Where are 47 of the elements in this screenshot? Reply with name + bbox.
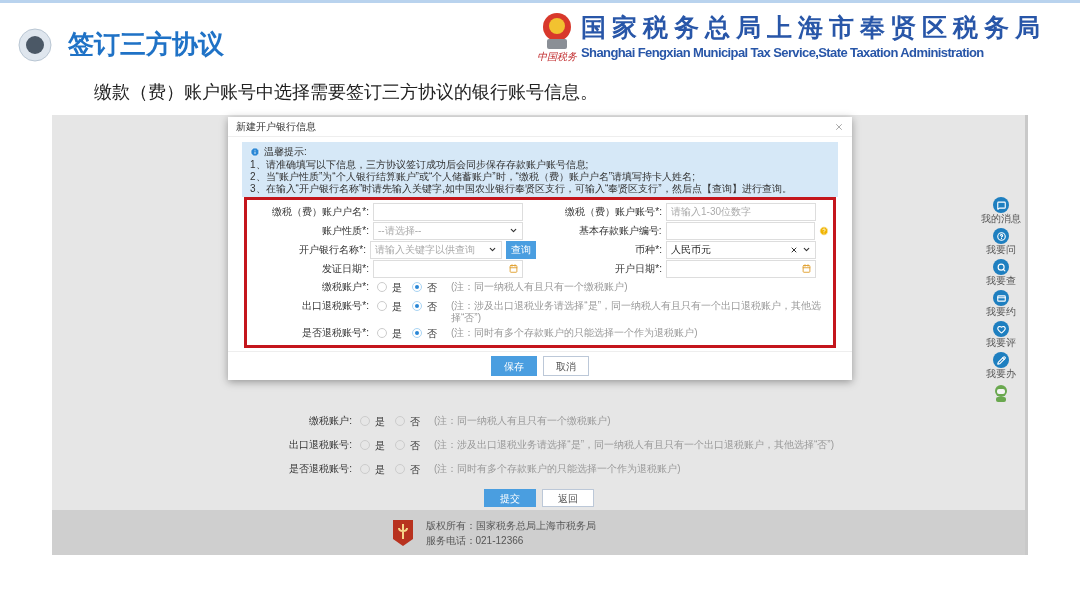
dialog-title: 新建开户银行信息 <box>236 120 316 134</box>
field-label: 账户性质*: <box>321 224 369 238</box>
radio-label: 否 <box>410 414 420 429</box>
field-label: 出口退税账号: <box>288 438 352 452</box>
radio-label: 否 <box>410 438 420 453</box>
logo-caption: 中国税务 <box>537 51 577 63</box>
radio-label: 是 <box>392 280 402 295</box>
radio-label: 是 <box>392 326 402 341</box>
field-label: 币种*: <box>634 243 662 257</box>
notice-line: 2、当“账户性质”为“个人银行结算账户”或“个人储蓄账户”时，“缴税（费）账户户名”请填写持卡人姓名; <box>250 171 696 183</box>
field-label: 开户银行名称*: <box>298 243 366 257</box>
radio-label: 否 <box>410 462 420 477</box>
sidebar-item[interactable]: 我的消息 <box>981 197 1021 225</box>
radio-label: 是 <box>375 438 385 453</box>
organization-english-name: Shanghai Fengxian Municipal Tax Service,State Taxation Administration <box>581 44 985 62</box>
field-label: 出口退税账号*: <box>301 299 369 313</box>
sidebar-item[interactable]: 我要问 <box>986 228 1016 256</box>
secondary-button[interactable]: 返回 <box>541 489 594 507</box>
notice-heading: 温馨提示: <box>264 145 307 159</box>
sidebar-item[interactable]: 我要查 <box>986 259 1016 287</box>
notice-line: 1、请准确填写以下信息，三方协议签订成功后会同步保存存款账户账号信息; <box>250 159 590 171</box>
notice-line: 3、在输入“开户银行名称”时请先输入关键字,如中国农业银行奉贤区支行，可输入“奉贤区支行”，然后点【查询】进行查询。 <box>250 183 793 195</box>
radio-label: 是 <box>392 299 402 314</box>
radio-label: 是 <box>375 414 385 429</box>
field-label: 缴税（费）账户账号*: <box>564 205 662 219</box>
radio-label: 是 <box>375 462 385 477</box>
radio-label: 否 <box>427 299 437 314</box>
field-label: 发证日期*: <box>321 262 369 276</box>
organization-name: 国家税务总局上海市奉贤区税务局 <box>581 12 1046 43</box>
field-label: 是否退税账号: <box>288 462 352 476</box>
field-label: 缴税账户: <box>308 414 352 428</box>
field-label: 缴税账户*: <box>321 280 369 294</box>
field-label: 是否退税账号*: <box>301 326 369 340</box>
select-field[interactable]: 人民币元 <box>666 240 816 259</box>
sidebar-item[interactable]: 我要办 <box>986 352 1016 380</box>
slide-subtitle: 缴款（费）账户账号中选择需要签订三方协议的银行账号信息。 <box>94 80 598 104</box>
field-label: 缴税（费）账户户名*: <box>271 205 369 219</box>
secondary-button[interactable]: 取消 <box>543 356 589 376</box>
field-label: 开户日期*: <box>614 262 662 276</box>
sidebar-item[interactable]: 我要评 <box>986 321 1016 349</box>
radio-label: 否 <box>427 326 437 341</box>
sidebar-item[interactable]: 我要约 <box>986 290 1016 318</box>
field-label: 基本存款账户编号: <box>577 224 662 238</box>
copyright-text: 版权所有：国家税务总局上海市税务局 <box>425 518 596 533</box>
radio-label: 否 <box>427 280 437 295</box>
phone-text: 服务电话：021-12366 <box>425 533 525 548</box>
slide-title: 签订三方协议 <box>68 28 224 61</box>
